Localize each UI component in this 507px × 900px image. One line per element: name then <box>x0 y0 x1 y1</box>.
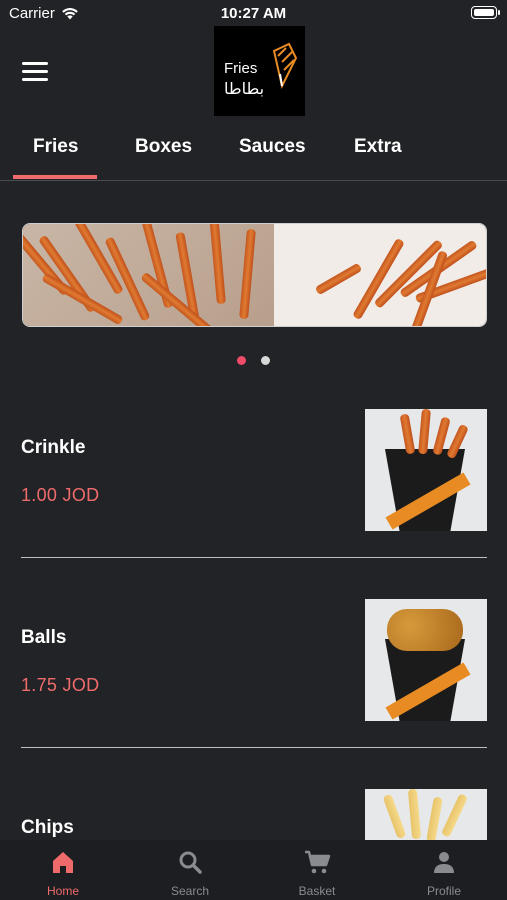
nav-label-basket: Basket <box>298 884 336 898</box>
product-image <box>365 409 487 531</box>
divider <box>21 557 487 558</box>
brand-logo: Fries بطاطا <box>214 26 305 116</box>
app-header: Fries بطاطا <box>0 26 507 116</box>
nav-profile[interactable]: Profile <box>381 840 507 900</box>
tab-extra[interactable]: Extra <box>354 136 402 158</box>
nav-basket[interactable]: Basket <box>254 840 380 900</box>
product-name: Balls <box>21 627 67 648</box>
search-icon <box>179 851 202 874</box>
product-name: Chips <box>21 817 74 838</box>
home-icon <box>53 852 73 873</box>
tab-fries[interactable]: Fries <box>33 136 78 158</box>
person-icon <box>434 852 454 873</box>
carousel-slide-fries-splash <box>274 224 486 326</box>
divider <box>21 747 487 748</box>
cart-icon <box>305 850 331 874</box>
svg-text:بطاطا: بطاطا <box>224 79 264 98</box>
tab-sauces[interactable]: Sauces <box>239 136 306 158</box>
status-bar: Carrier 10:27 AM <box>0 0 507 26</box>
product-price: 1.00 JOD <box>21 485 100 505</box>
battery-icon <box>471 6 500 19</box>
clock: 10:27 AM <box>220 5 287 22</box>
carousel-slide-fries-closeup <box>23 224 274 326</box>
carousel-pagination <box>0 352 507 370</box>
nav-label-profile: Profile <box>426 884 461 898</box>
product-item[interactable]: Chips <box>0 780 507 840</box>
product-image <box>365 789 487 840</box>
bottom-tab-bar: Home Search Basket Profile <box>0 840 507 900</box>
product-image <box>365 599 487 721</box>
nav-search[interactable]: Search <box>127 840 253 900</box>
product-item[interactable]: Crinkle 1.00 JOD <box>0 400 507 590</box>
product-item[interactable]: Balls 1.75 JOD <box>0 590 507 780</box>
category-tabs: Fries Boxes Sauces Extra <box>0 126 507 181</box>
carousel-dot-active[interactable] <box>237 356 247 365</box>
active-tab-indicator <box>13 175 97 179</box>
nav-home[interactable]: Home <box>0 840 126 900</box>
menu-button[interactable] <box>22 62 48 82</box>
product-price: 1.75 JOD <box>21 675 100 695</box>
carousel-dot[interactable] <box>260 356 270 365</box>
product-name: Crinkle <box>21 437 86 458</box>
tab-boxes[interactable]: Boxes <box>135 136 192 158</box>
svg-text:Fries: Fries <box>224 60 257 77</box>
promo-carousel[interactable] <box>22 223 487 327</box>
nav-label-home: Home <box>46 884 79 898</box>
nav-label-search: Search <box>170 884 210 898</box>
